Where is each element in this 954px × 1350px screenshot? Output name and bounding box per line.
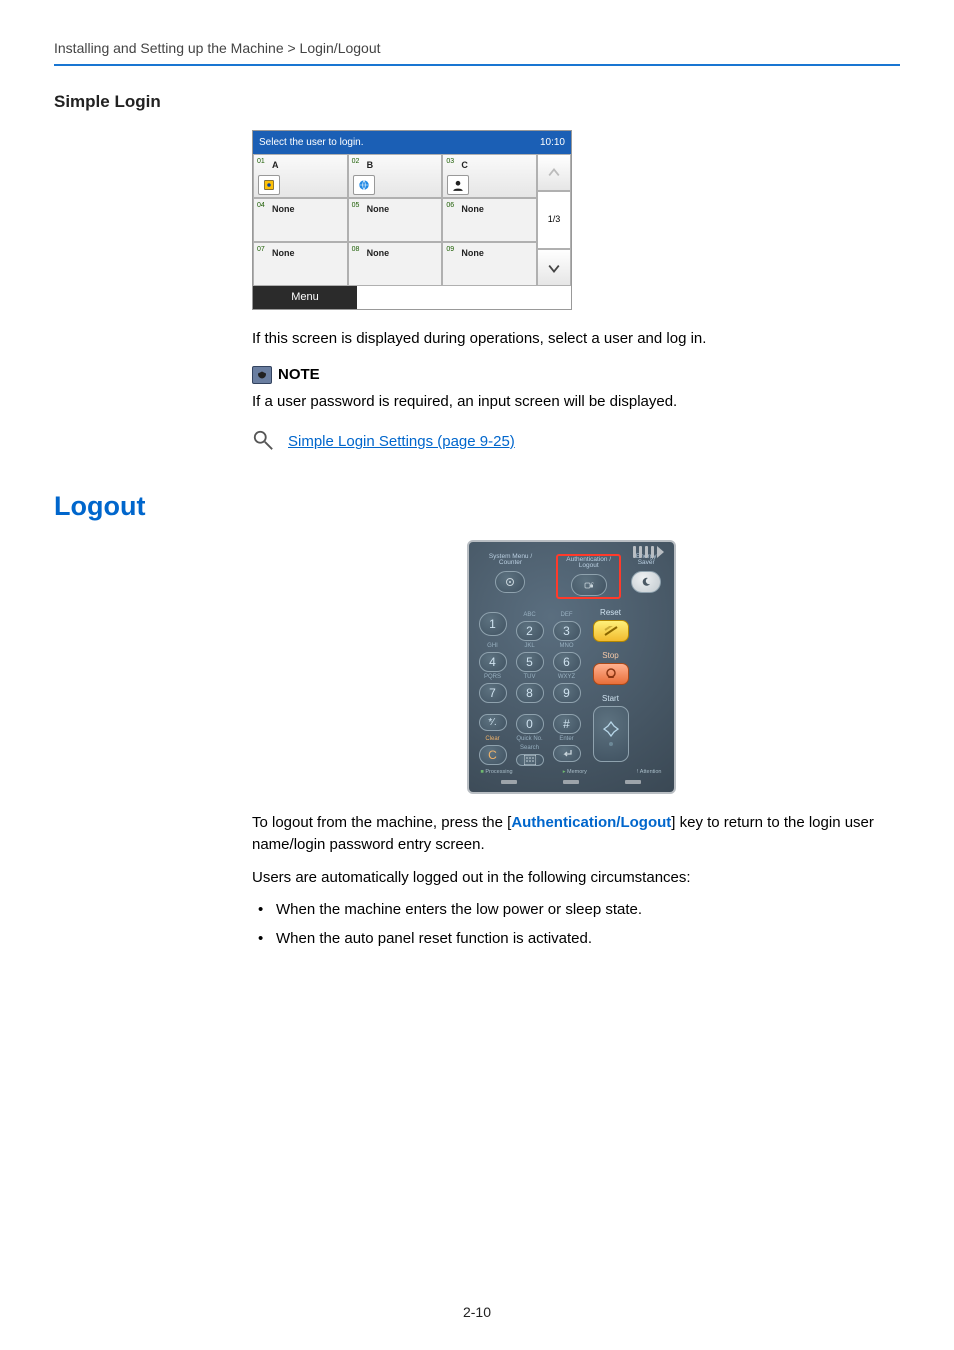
auth-label: Authentication / Logout — [559, 557, 617, 571]
key-2[interactable]: 2 — [516, 621, 544, 641]
login-tile-06[interactable]: 06 None — [442, 198, 537, 242]
auth-logout-highlight: Authentication / Logout — [556, 554, 620, 599]
start-button[interactable] — [593, 706, 629, 762]
footer-attention: ! Attention — [637, 768, 661, 776]
tile-num: 07 — [257, 245, 265, 256]
key-0[interactable]: 0 — [516, 714, 544, 734]
key-sub: MNO — [560, 642, 574, 651]
simple-login-screenshot: Select the user to login. 10:10 01 A 02 … — [252, 130, 890, 310]
footer-memory: Memory — [567, 769, 587, 775]
key-6[interactable]: 6 — [553, 652, 581, 672]
simple-login-settings-link[interactable]: Simple Login Settings (page 9-25) — [288, 429, 515, 454]
sysmenu-button[interactable] — [495, 571, 525, 593]
tile-num: 03 — [446, 157, 454, 168]
stop-button[interactable] — [593, 663, 629, 685]
auth-logout-button[interactable] — [571, 574, 607, 596]
tile-label: None — [367, 247, 438, 261]
simple-login-caption: If this screen is displayed during opera… — [252, 328, 890, 351]
tile-num: 02 — [352, 157, 360, 168]
key-star[interactable]: *⁄. — [479, 714, 507, 731]
magnifier-icon — [252, 429, 274, 459]
menu-button[interactable]: Menu — [253, 286, 357, 309]
tile-label: None — [461, 203, 532, 217]
key-sub: PQRS — [484, 673, 501, 682]
breadcrumb: Installing and Setting up the Machine > … — [54, 40, 900, 56]
key-1[interactable]: 1 — [479, 612, 507, 636]
key-hash[interactable]: # — [553, 714, 581, 734]
user-globe-icon — [353, 175, 375, 195]
logout-para1-highlight: Authentication/Logout — [511, 814, 671, 831]
page-up-button[interactable] — [537, 154, 571, 191]
page-down-button[interactable] — [537, 249, 571, 286]
header-rule — [54, 64, 900, 66]
note-label: NOTE — [278, 364, 320, 387]
tile-label: C — [461, 159, 532, 173]
page-number: 2-10 — [0, 1304, 954, 1320]
tile-label: None — [272, 203, 343, 217]
logout-para1: To logout from the machine, press the [A… — [252, 812, 890, 857]
enter-label: Enter — [559, 735, 573, 744]
login-prompt: Select the user to login. — [259, 135, 364, 150]
heading-simple-login: Simple Login — [54, 92, 900, 112]
energy-saver-button[interactable] — [631, 571, 661, 593]
key-sub: WXYZ — [558, 673, 575, 682]
key-sub: ABC — [523, 611, 535, 620]
tile-label: None — [461, 247, 532, 261]
login-tile-07[interactable]: 07 None — [253, 242, 348, 286]
note-icon — [252, 366, 272, 384]
tile-num: 09 — [446, 245, 454, 256]
tile-num: 01 — [257, 157, 265, 168]
tile-label: A — [272, 159, 343, 173]
hinge-icon — [633, 546, 664, 558]
tile-label: B — [367, 159, 438, 173]
login-time: 10:10 — [540, 135, 565, 150]
tile-label: None — [367, 203, 438, 217]
keypad-illustration: System Menu / Counter Authentication / L… — [467, 540, 676, 794]
admin-icon — [258, 175, 280, 195]
key-4[interactable]: 4 — [479, 652, 507, 672]
key-quickno[interactable] — [516, 754, 544, 766]
login-tile-03[interactable]: 03 C — [442, 154, 537, 198]
reset-button[interactable] — [593, 620, 629, 642]
key-sub: TUV — [524, 673, 536, 682]
login-tile-05[interactable]: 05 None — [348, 198, 443, 242]
key-sub: GHI — [487, 642, 498, 651]
note-body: If a user password is required, an input… — [252, 391, 890, 414]
login-tile-04[interactable]: 04 None — [253, 198, 348, 242]
key-7[interactable]: 7 — [479, 683, 507, 703]
page-indicator: 1/3 — [537, 191, 571, 249]
reset-label: Reset — [593, 607, 629, 619]
logout-bullet-2: When the auto panel reset function is ac… — [252, 928, 890, 951]
tile-label: None — [272, 247, 343, 261]
key-9[interactable]: 9 — [553, 683, 581, 703]
stop-label: Stop — [593, 650, 629, 662]
login-tile-08[interactable]: 08 None — [348, 242, 443, 286]
logout-bullet-1: When the machine enters the low power or… — [252, 899, 890, 922]
key-sub: DEF — [561, 611, 573, 620]
start-label: Start — [593, 693, 629, 705]
logout-para1-a: To logout from the machine, press the [ — [252, 814, 511, 831]
footer-processing: Processing — [485, 769, 512, 775]
key-clear[interactable]: C — [479, 745, 507, 765]
heading-logout: Logout — [54, 491, 900, 522]
tile-num: 06 — [446, 201, 454, 212]
tile-num: 04 — [257, 201, 265, 212]
key-sub: JKL — [524, 642, 534, 651]
logout-para2: Users are automatically logged out in th… — [252, 867, 890, 890]
key-8[interactable]: 8 — [516, 683, 544, 703]
login-tile-02[interactable]: 02 B — [348, 154, 443, 198]
key-3[interactable]: 3 — [553, 621, 581, 641]
user-icon — [447, 175, 469, 195]
tile-num: 08 — [352, 245, 360, 256]
login-tile-01[interactable]: 01 A — [253, 154, 348, 198]
quickno-label: Quick No. Search — [516, 735, 544, 753]
clear-label: Clear — [485, 735, 499, 744]
tile-num: 05 — [352, 201, 360, 212]
key-5[interactable]: 5 — [516, 652, 544, 672]
key-enter[interactable] — [553, 745, 581, 762]
login-tile-09[interactable]: 09 None — [442, 242, 537, 286]
sysmenu-label: System Menu / Counter — [481, 554, 541, 568]
